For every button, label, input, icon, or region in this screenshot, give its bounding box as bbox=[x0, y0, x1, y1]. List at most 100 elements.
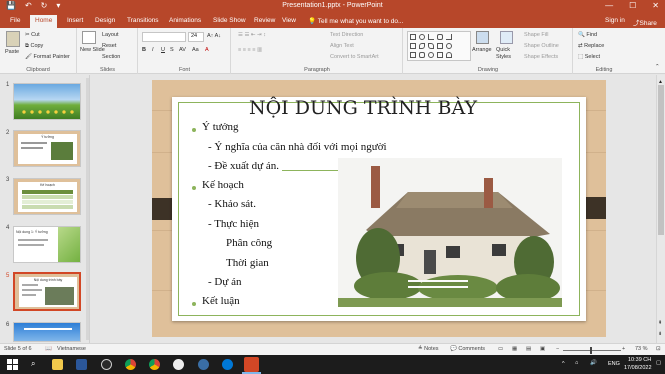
shape-fill-button[interactable]: Shape Fill bbox=[524, 32, 548, 38]
windows-start-icon[interactable] bbox=[7, 359, 18, 370]
character-spacing-button[interactable]: AV bbox=[179, 47, 186, 53]
format-painter-button[interactable]: 🖌 Format Painter bbox=[25, 54, 70, 60]
tab-design[interactable]: Design bbox=[95, 17, 115, 24]
sign-in-link[interactable]: Sign in bbox=[605, 17, 625, 24]
slide-thumbnail-6[interactable] bbox=[13, 322, 81, 342]
share-button[interactable]: ⤴Share bbox=[633, 17, 657, 27]
network-app-icon[interactable] bbox=[198, 359, 209, 370]
layout-button[interactable]: Layout bbox=[102, 32, 119, 38]
tab-review[interactable]: Review bbox=[254, 17, 275, 24]
reading-view-icon[interactable]: ▤ bbox=[526, 346, 531, 352]
find-button[interactable]: 🔍 Find bbox=[578, 32, 597, 38]
volume-icon[interactable]: 🔊 bbox=[590, 360, 597, 366]
slide-title[interactable]: NỘI DUNG TRÌNH BÀY bbox=[248, 97, 478, 119]
quick-styles-button[interactable]: Quick Styles bbox=[496, 47, 520, 61]
slide-thumbnail-3[interactable]: Kế hoạch bbox=[13, 178, 81, 215]
cottage-photo[interactable] bbox=[338, 158, 562, 307]
curve-shape-icon[interactable] bbox=[428, 43, 434, 49]
scroll-thumb[interactable] bbox=[658, 85, 664, 235]
elbow-shape-icon[interactable] bbox=[446, 34, 452, 40]
new-slide-icon[interactable] bbox=[82, 31, 96, 44]
convert-smartart-button[interactable]: Convert to SmartArt bbox=[330, 54, 379, 60]
zoom-slider-thumb[interactable] bbox=[590, 347, 592, 354]
cut-button[interactable]: ✂ Cut bbox=[25, 32, 40, 38]
sub-bullet-text[interactable]: - Ý nghĩa của căn nhà đối với mọi người bbox=[208, 141, 387, 153]
zoom-out-icon[interactable]: − bbox=[556, 346, 559, 352]
arrange-button[interactable]: Arrange bbox=[472, 47, 492, 53]
sub-bullet-text[interactable]: - Thực hiện bbox=[208, 218, 259, 230]
arrow-shape-icon[interactable] bbox=[410, 52, 416, 58]
shape-effects-button[interactable]: Shape Effects bbox=[524, 54, 558, 60]
prev-slide-icon[interactable]: ⇞ bbox=[658, 320, 662, 326]
app-icon[interactable] bbox=[173, 359, 184, 370]
star-shape-icon[interactable] bbox=[437, 52, 443, 58]
thumbnails-scrollbar[interactable] bbox=[86, 78, 89, 340]
paste-button[interactable]: Paste bbox=[5, 49, 19, 55]
word-icon[interactable] bbox=[76, 359, 87, 370]
underline-button[interactable]: U bbox=[161, 47, 165, 53]
media-player-icon[interactable] bbox=[101, 359, 112, 370]
section-button[interactable]: Section bbox=[102, 54, 120, 60]
italic-button[interactable]: I bbox=[152, 47, 154, 53]
slide-thumbnail-4[interactable]: Nội dung 1: Ý tưởng bbox=[13, 226, 81, 263]
shapes-gallery[interactable] bbox=[407, 31, 471, 61]
search-icon[interactable]: ⌕ bbox=[31, 359, 35, 369]
language-indicator[interactable]: Vietnamese bbox=[57, 346, 86, 352]
shadow-button[interactable]: S bbox=[170, 47, 174, 53]
collapse-ribbon-icon[interactable]: ⌃ bbox=[655, 64, 660, 70]
network-icon[interactable]: ⌂ bbox=[575, 360, 578, 366]
chrome-profile-icon[interactable] bbox=[149, 359, 160, 370]
spellcheck-icon[interactable]: 📖 bbox=[45, 346, 52, 352]
tab-slide-show[interactable]: Slide Show bbox=[213, 17, 246, 24]
sub-sub-text[interactable]: Phân công bbox=[226, 237, 272, 249]
align-text-button[interactable]: Align Text bbox=[330, 43, 354, 49]
font-name-field[interactable] bbox=[142, 32, 186, 42]
slideshow-icon[interactable]: ▣ bbox=[540, 346, 545, 352]
minimize-button[interactable]: — bbox=[605, 1, 613, 10]
select-button[interactable]: ⬚ Select bbox=[578, 54, 600, 60]
clock-date[interactable]: 17/08/2022 bbox=[624, 365, 652, 371]
rectangle-shape-icon[interactable] bbox=[410, 34, 416, 40]
tab-view[interactable]: View bbox=[282, 17, 296, 24]
text-direction-button[interactable]: Text Direction bbox=[330, 32, 363, 38]
file-explorer-icon[interactable] bbox=[52, 359, 63, 370]
normal-view-icon[interactable]: ▭ bbox=[498, 346, 503, 352]
maximize-button[interactable]: ☐ bbox=[629, 1, 636, 10]
replace-button[interactable]: ⇄ Replace bbox=[578, 43, 604, 49]
tab-file[interactable]: File bbox=[10, 17, 20, 24]
slide-thumbnail-5[interactable]: Nội dung trình bày bbox=[13, 272, 81, 311]
slide-sorter-icon[interactable]: ▦ bbox=[512, 346, 517, 352]
sub-bullet-text[interactable]: - Dự án bbox=[208, 276, 241, 288]
leaf-shape-icon[interactable] bbox=[419, 43, 425, 49]
bullet-text[interactable]: Ý tưởng bbox=[202, 121, 239, 133]
bullet-text[interactable]: Kế hoạch bbox=[202, 179, 244, 191]
next-slide-icon[interactable]: ⇟ bbox=[658, 331, 662, 337]
bullet-text[interactable]: Kết luận bbox=[202, 295, 240, 307]
rounded-rect-shape-icon[interactable] bbox=[437, 34, 443, 40]
grow-font-icon[interactable]: A↑ A↓ bbox=[207, 33, 221, 39]
tab-home[interactable]: Home bbox=[30, 15, 58, 28]
oval-shape-icon[interactable] bbox=[419, 34, 425, 40]
chrome-icon[interactable] bbox=[125, 359, 136, 370]
fit-slide-icon[interactable]: ⊡ bbox=[656, 346, 661, 352]
notes-button[interactable]: ≜ Notes bbox=[418, 346, 439, 352]
zoom-level[interactable]: 73 % bbox=[635, 346, 648, 352]
language-indicator[interactable]: ENG bbox=[608, 361, 620, 367]
zoom-in-icon[interactable]: + bbox=[622, 346, 625, 352]
notifications-icon[interactable]: ▢ bbox=[656, 360, 661, 366]
powerpoint-icon[interactable] bbox=[244, 357, 259, 372]
show-hidden-icons[interactable]: ^ bbox=[562, 361, 565, 367]
copy-button[interactable]: ⧉ Copy bbox=[25, 43, 43, 50]
circle-shape-icon[interactable] bbox=[446, 43, 452, 49]
editor-scrollbar[interactable]: ▲ ⇞ ⇟ bbox=[656, 75, 665, 343]
zoom-slider[interactable] bbox=[563, 350, 621, 351]
quick-styles-icon[interactable] bbox=[500, 31, 513, 44]
font-size-field[interactable]: 24 bbox=[188, 32, 204, 42]
font-color-button[interactable]: A bbox=[205, 47, 209, 53]
slide-thumbnail-2[interactable]: Ý tưởng bbox=[13, 130, 81, 167]
brace-shape-icon[interactable] bbox=[446, 52, 452, 58]
list-buttons[interactable]: ☰ ☰ ⇤ ⇥ ↕ bbox=[238, 32, 266, 38]
change-case-button[interactable]: Aa bbox=[192, 47, 199, 53]
textbox-shape-icon[interactable] bbox=[410, 43, 416, 49]
arrange-icon[interactable] bbox=[476, 31, 489, 44]
